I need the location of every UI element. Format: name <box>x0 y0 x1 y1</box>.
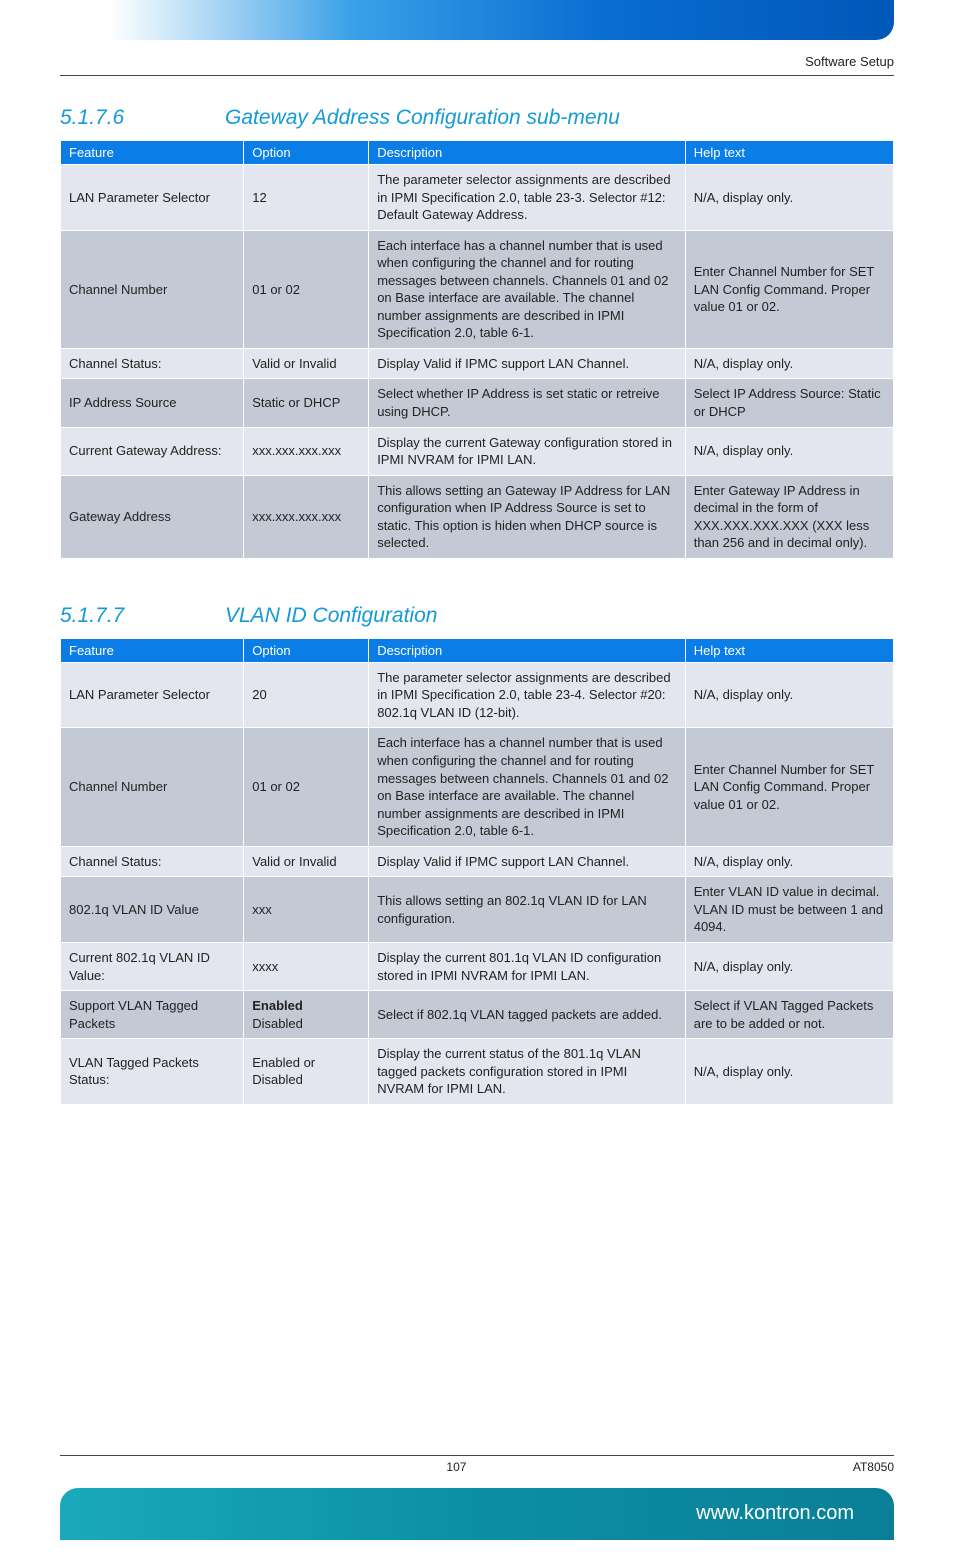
page-number: 107 <box>60 1460 853 1474</box>
table-row: IP Address Source Static or DHCP Select … <box>61 379 894 427</box>
col-feature: Feature <box>61 141 244 165</box>
cell-feature: Channel Status: <box>61 846 244 877</box>
cell-feature: LAN Parameter Selector <box>61 662 244 728</box>
cell-option: Valid or Invalid <box>244 348 369 379</box>
col-description: Description <box>369 638 686 662</box>
section-number: 5.1.7.6 <box>60 106 225 130</box>
col-feature: Feature <box>61 638 244 662</box>
col-description: Description <box>369 141 686 165</box>
cell-help: N/A, display only. <box>685 427 893 475</box>
cell-feature: IP Address Source <box>61 379 244 427</box>
cell-option: xxx.xxx.xxx.xxx <box>244 427 369 475</box>
cell-feature: Channel Status: <box>61 348 244 379</box>
cell-description: Display the current status of the 801.1q… <box>369 1039 686 1105</box>
cell-help: N/A, display only. <box>685 348 893 379</box>
option-enabled: Enabled <box>252 998 303 1013</box>
table-row: Gateway Address xxx.xxx.xxx.xxx This all… <box>61 475 894 558</box>
table-header-row: Feature Option Description Help text <box>61 141 894 165</box>
footer-model: AT8050 <box>853 1460 894 1474</box>
cell-feature: Support VLAN Tagged Packets <box>61 991 244 1039</box>
col-help: Help text <box>685 638 893 662</box>
cell-help: N/A, display only. <box>685 165 893 231</box>
cell-option: Enabled or Disabled <box>244 1039 369 1105</box>
table-header-row: Feature Option Description Help text <box>61 638 894 662</box>
cell-help: Select IP Address Source: Static or DHCP <box>685 379 893 427</box>
cell-feature: 802.1q VLAN ID Value <box>61 877 244 943</box>
cell-description: Each interface has a channel number that… <box>369 230 686 348</box>
brand-url: www.kontron.com <box>696 1502 854 1525</box>
cell-feature: Current Gateway Address: <box>61 427 244 475</box>
table-row: Channel Number 01 or 02 Each interface h… <box>61 230 894 348</box>
table-row: Channel Number 01 or 02 Each interface h… <box>61 728 894 846</box>
cell-option: 01 or 02 <box>244 230 369 348</box>
cell-feature: LAN Parameter Selector <box>61 165 244 231</box>
cell-description: This allows setting an 802.1q VLAN ID fo… <box>369 877 686 943</box>
cell-help: Select if VLAN Tagged Packets are to be … <box>685 991 893 1039</box>
breadcrumb-text: Software Setup <box>805 54 894 69</box>
cell-feature: Channel Number <box>61 230 244 348</box>
table-row: Current Gateway Address: xxx.xxx.xxx.xxx… <box>61 427 894 475</box>
cell-description: Select whether IP Address is set static … <box>369 379 686 427</box>
bottom-brand-band: www.kontron.com <box>60 1488 894 1540</box>
cell-description: Display Valid if IPMC support LAN Channe… <box>369 348 686 379</box>
cell-description: Display Valid if IPMC support LAN Channe… <box>369 846 686 877</box>
cell-help: Enter VLAN ID value in decimal. VLAN ID … <box>685 877 893 943</box>
cell-description: This allows setting an Gateway IP Addres… <box>369 475 686 558</box>
table-row: VLAN Tagged Packets Status: Enabled or D… <box>61 1039 894 1105</box>
header-breadcrumb: Software Setup <box>60 48 894 76</box>
cell-feature: Channel Number <box>61 728 244 846</box>
table-row: Channel Status: Valid or Invalid Display… <box>61 348 894 379</box>
section-title: VLAN ID Configuration <box>225 604 437 628</box>
cell-feature: Current 802.1q VLAN ID Value: <box>61 942 244 990</box>
table-row: Support VLAN Tagged Packets Enabled Disa… <box>61 991 894 1039</box>
section-title: Gateway Address Configuration sub-menu <box>225 106 620 130</box>
section-heading-1: 5.1.7.6 Gateway Address Configuration su… <box>60 106 894 130</box>
cell-help: Enter Channel Number for SET LAN Config … <box>685 728 893 846</box>
cell-help: Enter Channel Number for SET LAN Config … <box>685 230 893 348</box>
cell-help: N/A, display only. <box>685 942 893 990</box>
gateway-table: Feature Option Description Help text LAN… <box>60 140 894 559</box>
cell-option: xxxx <box>244 942 369 990</box>
vlan-table: Feature Option Description Help text LAN… <box>60 638 894 1105</box>
cell-feature: Gateway Address <box>61 475 244 558</box>
col-help: Help text <box>685 141 893 165</box>
option-disabled: Disabled <box>252 1016 303 1031</box>
table-row: LAN Parameter Selector 20 The parameter … <box>61 662 894 728</box>
section-heading-2: 5.1.7.7 VLAN ID Configuration <box>60 604 894 628</box>
cell-option: 20 <box>244 662 369 728</box>
cell-help: Enter Gateway IP Address in decimal in t… <box>685 475 893 558</box>
table-row: 802.1q VLAN ID Value xxx This allows set… <box>61 877 894 943</box>
cell-description: The parameter selector assignments are d… <box>369 662 686 728</box>
top-brand-band <box>60 0 894 40</box>
table-row: Current 802.1q VLAN ID Value: xxxx Displ… <box>61 942 894 990</box>
cell-description: Each interface has a channel number that… <box>369 728 686 846</box>
cell-option: Valid or Invalid <box>244 846 369 877</box>
cell-description: Display the current 801.1q VLAN ID confi… <box>369 942 686 990</box>
page-footer: 107 AT8050 <box>60 1455 894 1488</box>
cell-help: N/A, display only. <box>685 846 893 877</box>
col-option: Option <box>244 638 369 662</box>
cell-option: Static or DHCP <box>244 379 369 427</box>
cell-help: N/A, display only. <box>685 662 893 728</box>
cell-option: 01 or 02 <box>244 728 369 846</box>
cell-description: Select if 802.1q VLAN tagged packets are… <box>369 991 686 1039</box>
cell-description: Display the current Gateway configuratio… <box>369 427 686 475</box>
table-row: LAN Parameter Selector 12 The parameter … <box>61 165 894 231</box>
section-number: 5.1.7.7 <box>60 604 225 628</box>
cell-feature: VLAN Tagged Packets Status: <box>61 1039 244 1105</box>
cell-option: 12 <box>244 165 369 231</box>
cell-option: xxx <box>244 877 369 943</box>
cell-help: N/A, display only. <box>685 1039 893 1105</box>
col-option: Option <box>244 141 369 165</box>
cell-option: Enabled Disabled <box>244 991 369 1039</box>
cell-description: The parameter selector assignments are d… <box>369 165 686 231</box>
table-row: Channel Status: Valid or Invalid Display… <box>61 846 894 877</box>
cell-option: xxx.xxx.xxx.xxx <box>244 475 369 558</box>
